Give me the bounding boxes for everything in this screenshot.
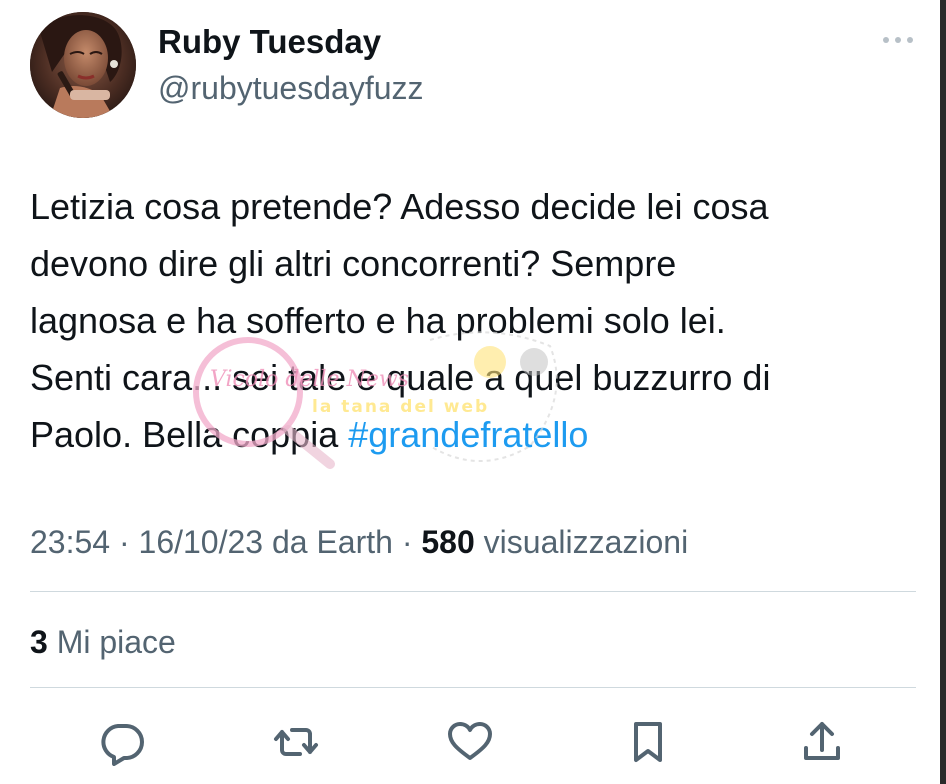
tweet-meta: 23:54 · 16/10/23 da Earth · 580 visualiz… [30, 520, 688, 564]
likes-summary[interactable]: 3 Mi piace [30, 620, 176, 664]
author-name[interactable]: Ruby Tuesday [158, 22, 381, 62]
reply-button[interactable] [92, 712, 152, 772]
hashtag-link[interactable]: #grandefratello [348, 414, 588, 455]
tweet-header: Ruby Tuesday @rubytuesdayfuzz [30, 12, 920, 122]
meta-separator: · [401, 524, 413, 560]
tweet-line: Senti cara... sei tale e quale a quel bu… [30, 357, 771, 398]
retweet-icon [274, 728, 318, 756]
reply-icon [101, 724, 144, 766]
more-options-icon [883, 37, 913, 43]
divider [30, 687, 916, 688]
like-icon [448, 722, 492, 760]
profile-photo-icon [30, 12, 136, 118]
tweet-time[interactable]: 23:54 [30, 524, 110, 560]
meta-separator: · [118, 524, 130, 560]
likes-label: Mi piace [56, 624, 176, 660]
avatar[interactable] [30, 12, 136, 118]
tweet-line-text: Paolo. Bella coppia [30, 414, 349, 455]
retweet-button[interactable] [266, 712, 326, 772]
likes-count: 3 [30, 624, 48, 660]
share-icon [804, 722, 840, 760]
author-handle[interactable]: @rubytuesdayfuzz [158, 68, 424, 108]
tweet-date[interactable]: 16/10/23 [139, 524, 264, 560]
window-edge [940, 0, 946, 784]
tweet-actions-bar [0, 712, 946, 772]
tweet-line: lagnosa e ha sofferto e ha problemi solo… [30, 300, 726, 341]
views-count[interactable]: 580 [421, 524, 474, 560]
tweet-line: Letizia cosa pretende? Adesso decide lei… [30, 186, 769, 227]
tweet-line: devono dire gli altri concorrenti? Sempr… [30, 243, 677, 284]
share-button[interactable] [792, 712, 852, 772]
tweet-text: Letizia cosa pretende? Adesso decide lei… [30, 178, 910, 463]
tweet-source: da Earth [271, 524, 393, 560]
more-options-button[interactable] [878, 30, 918, 50]
divider [30, 591, 916, 592]
views-label[interactable]: visualizzazioni [484, 524, 689, 560]
like-button[interactable] [440, 712, 500, 772]
bookmark-button[interactable] [618, 712, 678, 772]
bookmark-icon [634, 722, 662, 762]
tweet-line-last: Paolo. Bella coppia #grandefratello [30, 406, 910, 463]
